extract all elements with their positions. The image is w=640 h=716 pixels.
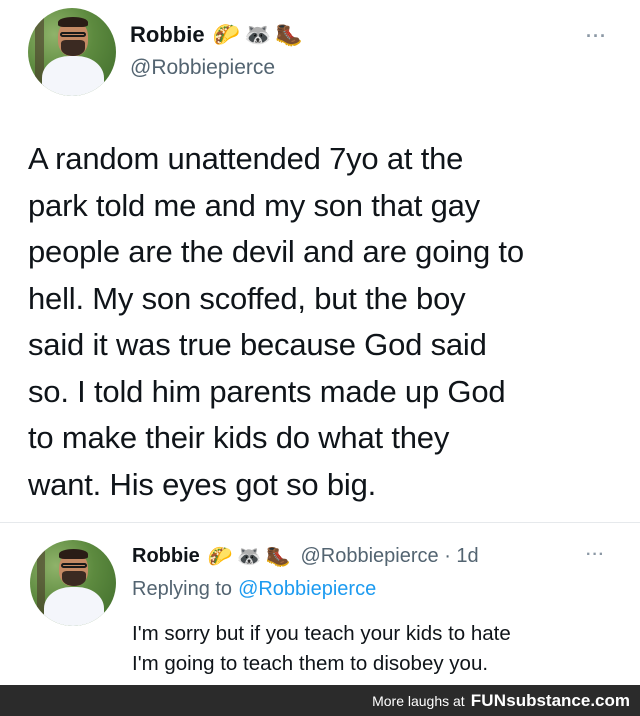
divider [0,522,640,523]
boot-emoji: 🥾 [265,546,291,568]
avatar-glasses [59,31,87,38]
taco-emoji: 🌮 [207,546,233,568]
footer-brand[interactable]: FUNsubstance.com [471,691,630,711]
raccoon-emoji: 🦝 [236,546,262,568]
tweet-text-line: park told me and my son that gay [28,187,480,223]
footer-prefix: More laughs at [372,692,465,709]
reply-text-line: I'm sorry but if you teach your kids to … [132,622,511,645]
reply-avatar[interactable] [30,540,116,626]
avatar-beard [61,570,86,587]
tweet-text: A random unattended 7yo at the park told… [28,136,524,508]
avatar-hair [59,548,89,559]
footer-brand-rest: substance.com [506,690,630,710]
tweet-author[interactable]: Robbie 🌮 🦝 🥾 [130,22,303,48]
watermark-footer: More laughs at FUNsubstance.com [0,685,640,716]
footer-brand-bold: FUN [470,690,507,710]
reply-text-line: I'm going to teach them to disobey you. [132,652,489,675]
tweet-text-line: so. I told him parents made up God [28,373,506,409]
reply-more-options-icon[interactable]: ··· [586,546,605,564]
reply-author[interactable]: Robbie 🌮 🦝 🥾 @Robbiepierce · 1d [132,544,479,569]
avatar[interactable] [28,8,116,96]
more-options-icon[interactable]: ··· [586,26,607,47]
replying-to-label: Replying to [132,578,233,600]
replying-to: Replying to @Robbiepierce [132,578,376,601]
avatar-shirt [42,56,104,96]
tweet-text-line: said it was true because God said [28,327,487,362]
reply-handle-time[interactable]: @Robbiepierce · 1d [301,545,479,568]
tweet-text-line: to make their kids do what they [28,420,450,455]
tweet-text-line: want. His eyes got so big. [28,466,377,502]
display-name[interactable]: Robbie [130,22,205,48]
avatar-glasses [60,563,87,569]
tweet-text-line: hell. My son scoffed, but the boy [28,280,466,316]
tweet-text-line: people are the devil and are going to [28,234,524,269]
handle[interactable]: @Robbiepierce [130,56,275,80]
tweet-text-line: A random unattended 7yo at the [28,141,464,176]
reply-display-name[interactable]: Robbie [132,545,200,568]
avatar-shirt [43,587,104,626]
reply-text: I'm sorry but if you teach your kids to … [132,619,511,679]
avatar-beard [60,39,86,56]
raccoon-emoji: 🦝 [243,22,272,47]
avatar-hair [57,16,88,28]
boot-emoji: 🥾 [275,22,303,47]
taco-emoji: 🌮 [212,22,240,47]
replying-to-handle[interactable]: @Robbiepierce [238,578,376,601]
